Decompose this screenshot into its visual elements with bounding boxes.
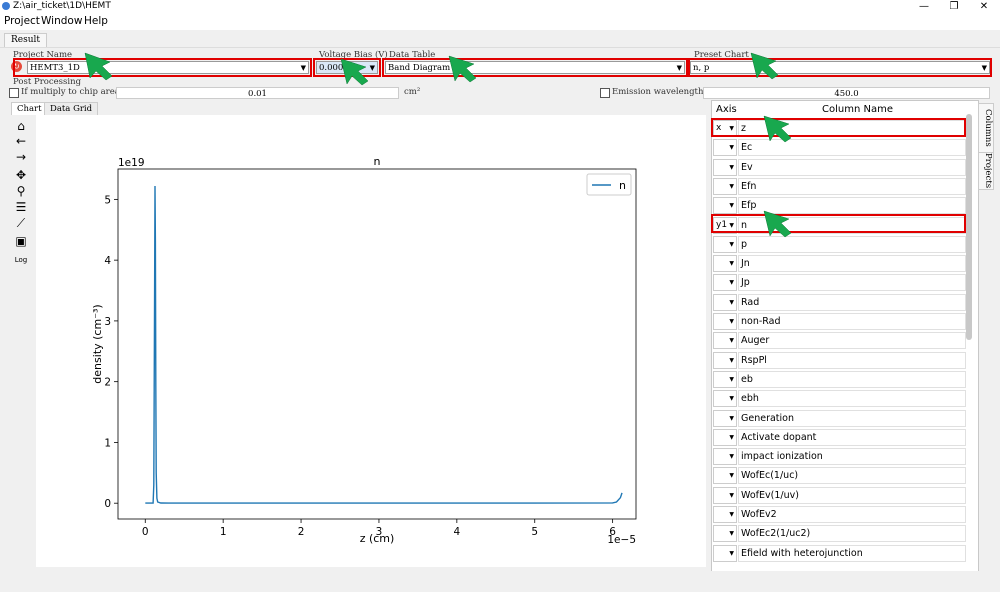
green-arrow-icon: [763, 115, 792, 143]
status-bar: [0, 571, 1000, 592]
green-arrow-icon: [340, 58, 369, 86]
annotation-arrows: [84, 52, 792, 238]
green-arrow-icon: [763, 210, 792, 238]
green-arrow-icon: [448, 55, 477, 83]
green-arrow-icon: [84, 52, 113, 81]
green-arrow-icon: [750, 52, 779, 80]
